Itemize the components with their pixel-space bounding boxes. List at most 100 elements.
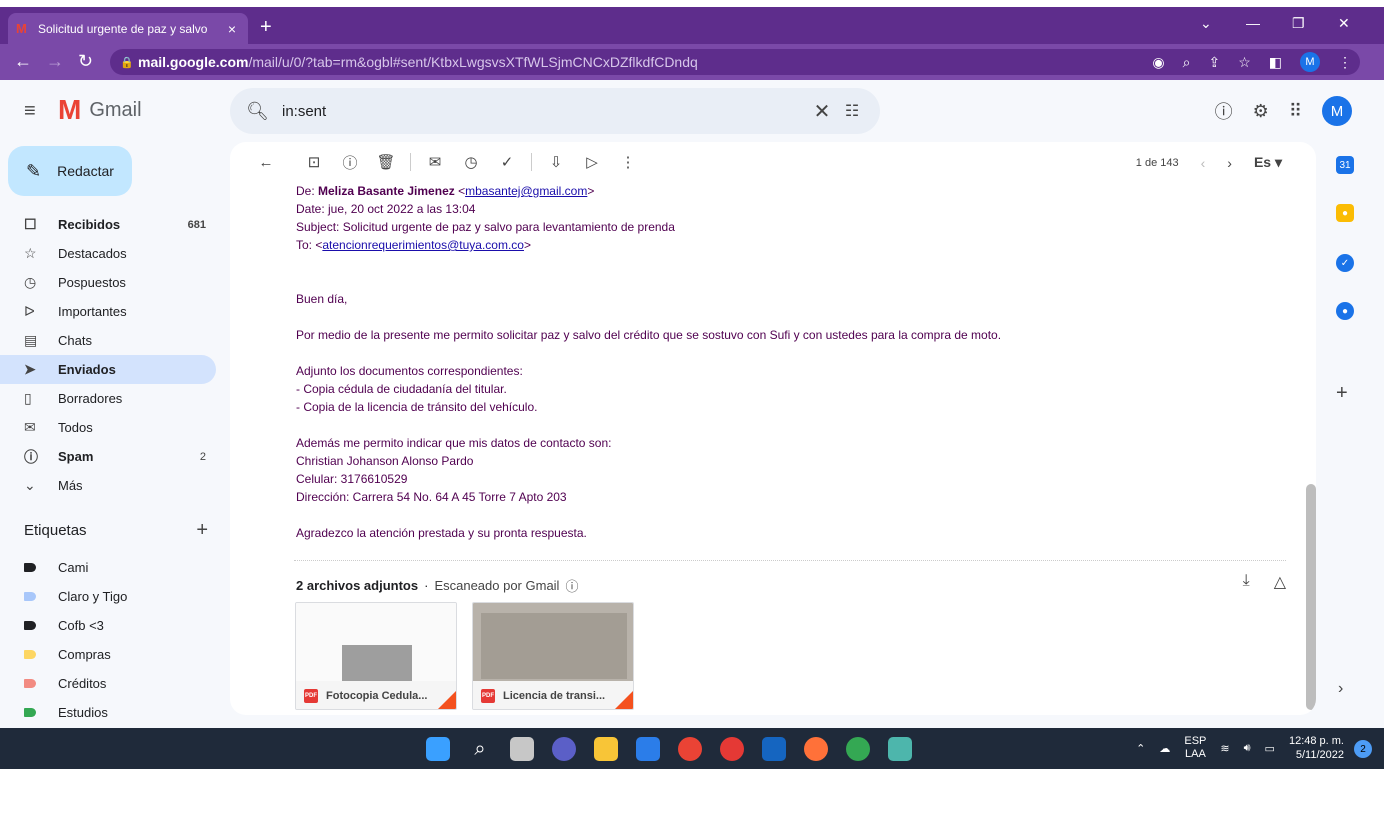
reload-button[interactable]: ↻ bbox=[78, 52, 93, 70]
sidebar-item-borradores[interactable]: ▯ Borradores bbox=[0, 384, 216, 413]
tab-close-button[interactable]: × bbox=[224, 21, 240, 37]
address-bar[interactable]: 🔒 mail.google.com /mail/u/0/?tab=rm&ogbl… bbox=[110, 49, 1360, 75]
to-prefix: To: bbox=[296, 238, 316, 252]
more-options-icon[interactable]: ⋮ bbox=[610, 153, 646, 171]
sidebar-item-label: Importantes bbox=[58, 304, 127, 319]
label-item-cami[interactable]: Cami bbox=[0, 553, 216, 582]
sidebar-item-label: Enviados bbox=[58, 362, 116, 377]
new-tab-button[interactable]: + bbox=[260, 17, 272, 37]
scrollbar-thumb[interactable] bbox=[1306, 484, 1316, 710]
app-icon[interactable] bbox=[720, 737, 744, 761]
calendar-icon[interactable]: 31 bbox=[1336, 156, 1354, 174]
main-menu-icon[interactable]: ≡ bbox=[24, 100, 36, 123]
move-to-icon[interactable]: ⇩ bbox=[538, 153, 574, 171]
apps-grid-icon[interactable]: ⠿ bbox=[1289, 101, 1302, 122]
contacts-icon[interactable]: ● bbox=[1336, 302, 1354, 320]
clear-search-icon[interactable]: ✕ bbox=[804, 99, 840, 124]
from-email-link[interactable]: mbasantej@gmail.com bbox=[465, 184, 587, 198]
search-icon[interactable]: 🔍︎ bbox=[246, 101, 282, 122]
help-icon[interactable]: ⓘ bbox=[1215, 98, 1233, 124]
volume-icon[interactable]: 🔊︎ bbox=[1244, 742, 1251, 755]
sidebar-item-mas[interactable]: ⌄ Más bbox=[0, 471, 216, 500]
label-item-estudios[interactable]: Estudios bbox=[0, 698, 216, 727]
forward-button[interactable]: → bbox=[46, 52, 64, 70]
delete-icon[interactable]: 🗑︎ bbox=[368, 153, 404, 171]
sidebar-item-destacados[interactable]: ☆ Destacados bbox=[0, 239, 216, 268]
add-label-icon[interactable]: + bbox=[196, 520, 208, 540]
zoom-icon[interactable]: ⌕ bbox=[1183, 54, 1191, 71]
restore-button[interactable]: ❐ bbox=[1292, 15, 1305, 32]
search-input[interactable]: in:sent bbox=[282, 103, 804, 120]
chrome-profile-icon[interactable] bbox=[846, 737, 870, 761]
settings-gear-icon[interactable]: ⚙ bbox=[1253, 101, 1269, 122]
store-icon[interactable] bbox=[636, 737, 660, 761]
info-icon[interactable]: ⓘ bbox=[565, 576, 578, 595]
label-item-claro-y-tigo[interactable]: Claro y Tigo bbox=[0, 582, 216, 611]
security-shield-icon[interactable] bbox=[762, 737, 786, 761]
show-hidden-icons-chevron-icon[interactable]: ⌃ bbox=[1136, 742, 1145, 755]
sidebar-item-recibidos[interactable]: ☐ Recibidos 681 bbox=[0, 210, 216, 239]
onedrive-cloud-icon[interactable]: ☁ bbox=[1159, 742, 1170, 755]
notification-badge[interactable]: 2 bbox=[1354, 740, 1372, 758]
input-language-indicator[interactable]: ESP LAA bbox=[1184, 735, 1206, 761]
report-spam-icon[interactable]: ⓘ bbox=[332, 152, 368, 173]
back-button[interactable]: ← bbox=[14, 52, 32, 70]
share-icon[interactable]: ⇪ bbox=[1208, 54, 1220, 71]
task-view-icon[interactable] bbox=[510, 737, 534, 761]
archive-icon[interactable]: ⊡ bbox=[296, 153, 332, 171]
sidebar-item-pospuestos[interactable]: ◷ Pospuestos bbox=[0, 268, 216, 297]
add-task-icon[interactable]: ✓ bbox=[489, 153, 525, 171]
browser-profile-avatar[interactable]: M bbox=[1300, 52, 1320, 72]
download-all-icon[interactable]: ⤓ bbox=[1243, 572, 1250, 592]
teams-chat-icon[interactable] bbox=[552, 737, 576, 761]
add-addon-icon[interactable]: + bbox=[1336, 382, 1348, 405]
attachment-card[interactable]: PDF Licencia de transi... bbox=[472, 602, 634, 710]
gmail-logo[interactable]: M Gmail bbox=[58, 96, 142, 124]
account-avatar[interactable]: M bbox=[1322, 96, 1352, 126]
snooze-icon[interactable]: ◷ bbox=[453, 153, 489, 171]
search-icon[interactable]: ⌕ bbox=[468, 737, 492, 761]
paint-icon[interactable] bbox=[888, 737, 912, 761]
contact-name: Christian Johanson Alonso Pardo bbox=[296, 454, 474, 468]
browser-tab[interactable]: M Solicitud urgente de paz y salvo × bbox=[8, 13, 248, 44]
sidebar-item-chats[interactable]: ▤ Chats bbox=[0, 326, 216, 355]
label-item-creditos[interactable]: Créditos bbox=[0, 669, 216, 698]
minimize-button[interactable]: — bbox=[1246, 15, 1260, 31]
battery-icon[interactable]: ▭ bbox=[1265, 742, 1275, 755]
search-bar[interactable]: 🔍︎ in:sent ✕ ☷ bbox=[230, 88, 880, 134]
bookmark-star-icon[interactable]: ☆ bbox=[1238, 54, 1251, 71]
sidebar-item-todos[interactable]: ✉ Todos bbox=[0, 413, 216, 442]
compose-button[interactable]: ✎ Redactar bbox=[8, 146, 132, 196]
chrome-icon[interactable] bbox=[678, 737, 702, 761]
browser-menu-icon[interactable]: ⋮ bbox=[1338, 54, 1352, 71]
input-tools-button[interactable]: Es ▾ bbox=[1254, 154, 1282, 171]
pagination: 1 de 143 ‹ › Es ▾ bbox=[1136, 154, 1282, 171]
side-panel-icon[interactable]: ◧ bbox=[1269, 54, 1282, 71]
tab-search-icon[interactable]: ⌄ bbox=[1200, 15, 1212, 32]
file-explorer-icon[interactable] bbox=[594, 737, 618, 761]
save-to-drive-icon[interactable]: △ bbox=[1274, 572, 1286, 592]
mark-unread-icon[interactable]: ✉ bbox=[417, 153, 453, 171]
search-options-icon[interactable]: ☷ bbox=[840, 101, 864, 121]
start-windows-icon[interactable] bbox=[426, 737, 450, 761]
sidebar-item-enviados[interactable]: ➤ Enviados bbox=[0, 355, 216, 384]
expand-panel-chevron-icon[interactable]: › bbox=[1338, 680, 1343, 698]
newer-chevron-left-icon[interactable]: ‹ bbox=[1201, 155, 1206, 171]
wifi-icon[interactable]: ≋ bbox=[1220, 742, 1229, 755]
label-icon[interactable]: ▷ bbox=[574, 153, 610, 171]
clock[interactable]: 12:48 p. m. 5/11/2022 bbox=[1289, 734, 1344, 762]
back-to-list-icon[interactable]: ← bbox=[248, 154, 284, 171]
sidebar-item-importantes[interactable]: ᐅ Importantes bbox=[0, 297, 216, 326]
tasks-icon[interactable]: ✓ bbox=[1336, 254, 1354, 272]
to-email-link[interactable]: atencionrequerimientos@tuya.com.co bbox=[322, 238, 524, 252]
older-chevron-right-icon[interactable]: › bbox=[1227, 155, 1232, 171]
eye-icon[interactable]: ◉ bbox=[1152, 54, 1164, 71]
label-item-cofb[interactable]: Cofb <3 bbox=[0, 611, 216, 640]
keep-icon[interactable]: ● bbox=[1336, 204, 1354, 222]
firefox-icon[interactable] bbox=[804, 737, 828, 761]
attachment-card[interactable]: PDF Fotocopia Cedula... bbox=[295, 602, 457, 710]
label-item-compras[interactable]: Compras bbox=[0, 640, 216, 669]
close-window-button[interactable]: ✕ bbox=[1338, 15, 1350, 32]
sidebar-item-spam[interactable]: ⓘ Spam 2 bbox=[0, 442, 216, 471]
attachments-title: 2 archivos adjuntos bbox=[296, 578, 419, 593]
